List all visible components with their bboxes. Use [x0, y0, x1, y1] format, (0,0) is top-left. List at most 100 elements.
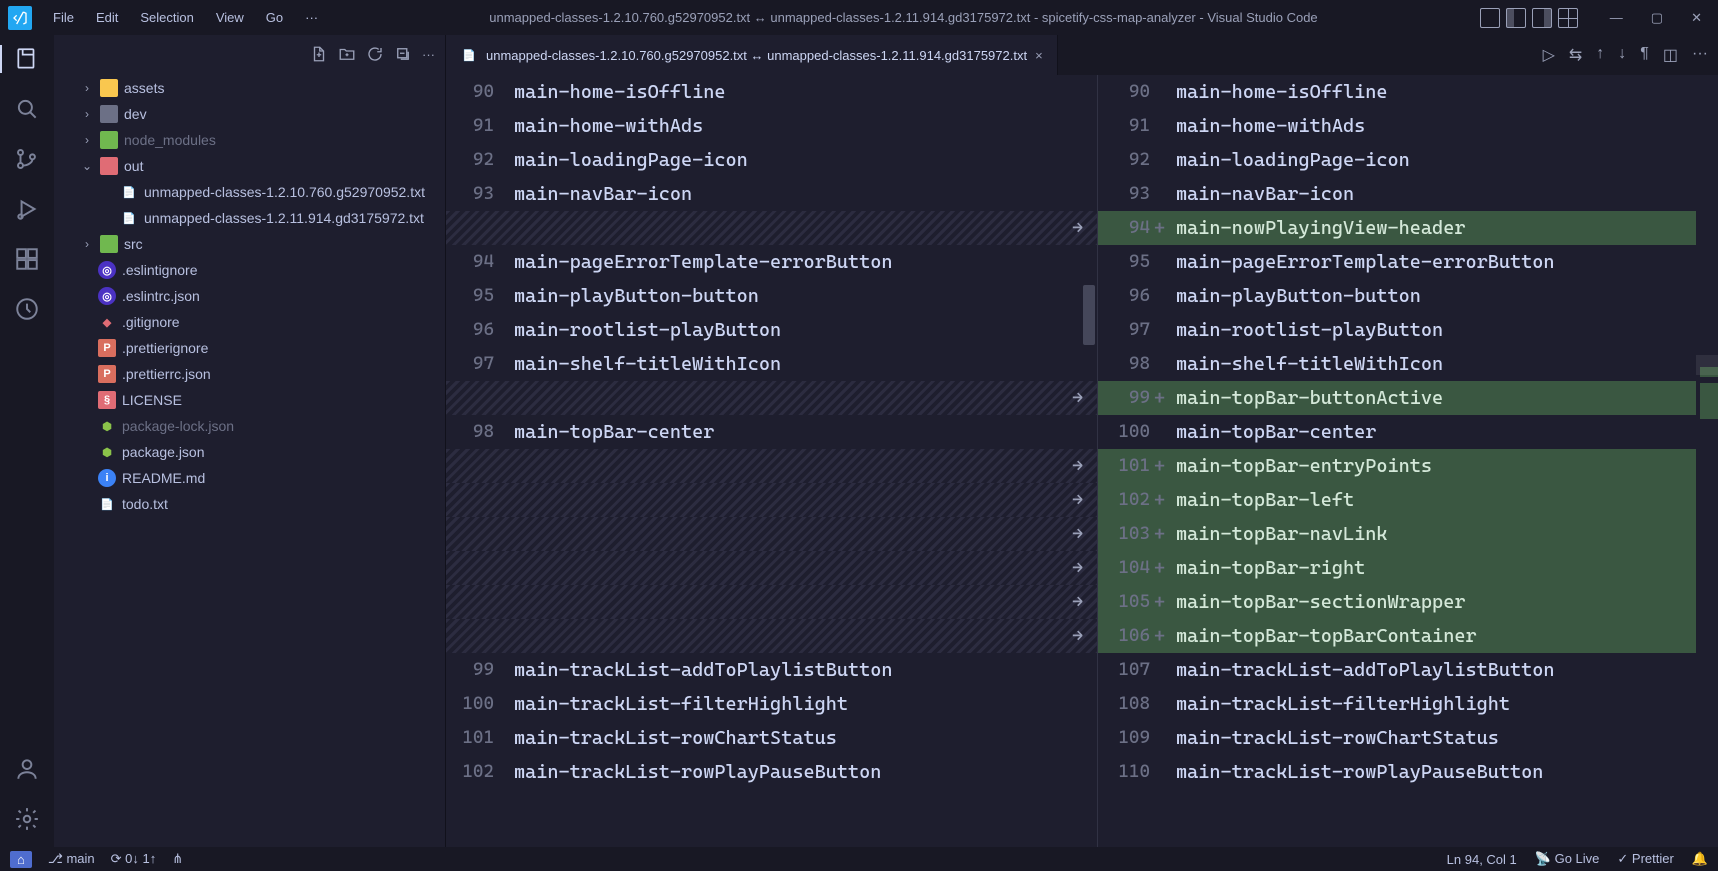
file-unmapped-2[interactable]: 📄unmapped-classes-1.2.11.914.gd3175972.t… — [54, 205, 445, 231]
file-gitignore[interactable]: ◆.gitignore — [54, 309, 445, 335]
file-readme[interactable]: iREADME.md — [54, 465, 445, 491]
git-sync[interactable]: ⟳ 0↓ 1↑ — [111, 851, 157, 867]
go-live-button[interactable]: 📡 Go Live — [1535, 851, 1600, 867]
code-line[interactable]: 93main-navBar-icon — [1098, 177, 1718, 211]
run-icon[interactable]: ▷ — [1543, 45, 1555, 65]
file-todo[interactable]: 📄todo.txt — [54, 491, 445, 517]
minimap[interactable] — [1696, 75, 1718, 847]
close-window-button[interactable]: ✕ — [1683, 4, 1710, 32]
prettier-status[interactable]: ✓ Prettier — [1617, 851, 1673, 867]
expand-arrow-icon[interactable]: → — [1072, 211, 1083, 245]
notifications-icon[interactable]: 🔔 — [1692, 851, 1708, 867]
tab-close-icon[interactable]: × — [1035, 48, 1043, 63]
menu-selection[interactable]: Selection — [131, 6, 202, 29]
code-line[interactable]: 103+main-topBar-navLink — [1098, 517, 1718, 551]
whitespace-icon[interactable]: ¶ — [1640, 45, 1649, 65]
refresh-icon[interactable] — [366, 45, 384, 63]
diff-modified-pane[interactable]: 90main-home-isOffline91main-home-withAds… — [1097, 75, 1718, 847]
code-line[interactable]: 102main-trackList-rowPlayPauseButton — [446, 755, 1097, 789]
code-line[interactable]: 106+main-topBar-topBarContainer — [1098, 619, 1718, 653]
accounts-icon[interactable] — [13, 755, 41, 783]
menu-view[interactable]: View — [207, 6, 253, 29]
more-actions-icon[interactable]: ··· — [422, 47, 435, 62]
folder-src[interactable]: ›src — [54, 231, 445, 257]
expand-arrow-icon[interactable]: → — [1072, 449, 1083, 483]
code-line[interactable]: → — [446, 381, 1097, 415]
git-branch[interactable]: ⎇ main — [48, 851, 95, 867]
code-line[interactable]: → — [446, 517, 1097, 551]
code-line[interactable]: 95main-pageErrorTemplate-errorButton — [1098, 245, 1718, 279]
minimize-button[interactable]: — — [1602, 4, 1631, 31]
code-line[interactable]: 95main-playButton-button — [446, 279, 1097, 313]
next-change-icon[interactable]: ↓ — [1618, 45, 1626, 65]
code-line[interactable]: 102+main-topBar-left — [1098, 483, 1718, 517]
file-license[interactable]: §LICENSE — [54, 387, 445, 413]
source-control-icon[interactable] — [13, 145, 41, 173]
file-eslintrc[interactable]: ◎.eslintrc.json — [54, 283, 445, 309]
expand-arrow-icon[interactable]: → — [1072, 551, 1083, 585]
layout-single-icon[interactable] — [1480, 8, 1500, 28]
folder-out[interactable]: ⌄out — [54, 153, 445, 179]
code-line[interactable]: 104+main-topBar-right — [1098, 551, 1718, 585]
diff-original-pane[interactable]: 90main-home-isOffline91main-home-withAds… — [446, 75, 1097, 847]
code-line[interactable]: 107main-trackList-addToPlaylistButton — [1098, 653, 1718, 687]
expand-arrow-icon[interactable]: → — [1072, 619, 1083, 653]
new-folder-icon[interactable] — [338, 45, 356, 63]
split-editor-icon[interactable]: ◫ — [1663, 45, 1678, 65]
code-line[interactable]: 108main-trackList-filterHighlight — [1098, 687, 1718, 721]
prev-change-icon[interactable]: ↑ — [1596, 45, 1604, 65]
expand-arrow-icon[interactable]: → — [1072, 517, 1083, 551]
layout-sidebar-left-icon[interactable] — [1506, 8, 1526, 28]
code-line[interactable]: 105+main-topBar-sectionWrapper — [1098, 585, 1718, 619]
menu-more[interactable]: ··· — [296, 6, 327, 29]
file-eslintignore[interactable]: ◎.eslintignore — [54, 257, 445, 283]
folder-dev[interactable]: ›dev — [54, 101, 445, 127]
code-line[interactable]: 97main-shelf-titleWithIcon — [446, 347, 1097, 381]
code-line[interactable]: → — [446, 585, 1097, 619]
code-line[interactable]: 92main-loadingPage-icon — [446, 143, 1097, 177]
extensions-icon[interactable] — [13, 245, 41, 273]
code-line[interactable]: 99main-trackList-addToPlaylistButton — [446, 653, 1097, 687]
folder-assets[interactable]: ›assets — [54, 75, 445, 101]
code-line[interactable]: 94main-pageErrorTemplate-errorButton — [446, 245, 1097, 279]
settings-gear-icon[interactable] — [13, 805, 41, 833]
expand-arrow-icon[interactable]: → — [1072, 381, 1083, 415]
code-line[interactable]: 100main-topBar-center — [1098, 415, 1718, 449]
code-line[interactable]: → — [446, 449, 1097, 483]
new-file-icon[interactable] — [310, 45, 328, 63]
code-line[interactable]: 97main-rootlist-playButton — [1098, 313, 1718, 347]
file-package-lock[interactable]: ⬢package-lock.json — [54, 413, 445, 439]
code-line[interactable]: 100main-trackList-filterHighlight — [446, 687, 1097, 721]
explorer-icon[interactable] — [13, 45, 41, 73]
code-line[interactable]: 109main-trackList-rowChartStatus — [1098, 721, 1718, 755]
code-line[interactable]: → — [446, 619, 1097, 653]
search-icon[interactable] — [13, 95, 41, 123]
menu-go[interactable]: Go — [257, 6, 292, 29]
cursor-position[interactable]: Ln 94, Col 1 — [1447, 852, 1517, 867]
editor-more-icon[interactable]: ··· — [1692, 45, 1708, 65]
diff-editor[interactable]: 90main-home-isOffline91main-home-withAds… — [446, 75, 1718, 847]
timeline-icon[interactable] — [13, 295, 41, 323]
code-line[interactable]: 94+main-nowPlayingView-header — [1098, 211, 1718, 245]
remote-indicator[interactable]: ⌂ — [10, 851, 32, 868]
code-line[interactable]: 92main-loadingPage-icon — [1098, 143, 1718, 177]
expand-arrow-icon[interactable]: → — [1072, 483, 1083, 517]
compare-icon[interactable]: ⇆ — [1569, 45, 1582, 65]
code-line[interactable]: 101+main-topBar-entryPoints — [1098, 449, 1718, 483]
collapse-all-icon[interactable] — [394, 45, 412, 63]
code-line[interactable]: 98main-shelf-titleWithIcon — [1098, 347, 1718, 381]
file-unmapped-1[interactable]: 📄unmapped-classes-1.2.10.760.g52970952.t… — [54, 179, 445, 205]
code-line[interactable]: 98main-topBar-center — [446, 415, 1097, 449]
code-line[interactable]: 101main-trackList-rowChartStatus — [446, 721, 1097, 755]
run-debug-icon[interactable] — [13, 195, 41, 223]
file-package-json[interactable]: ⬢package.json — [54, 439, 445, 465]
expand-arrow-icon[interactable]: → — [1072, 585, 1083, 619]
code-line[interactable]: 99+main-topBar-buttonActive — [1098, 381, 1718, 415]
file-prettierignore[interactable]: P.prettierignore — [54, 335, 445, 361]
git-graph-icon[interactable]: ⋔ — [172, 851, 183, 867]
menu-file[interactable]: File — [44, 6, 83, 29]
code-line[interactable]: 93main-navBar-icon — [446, 177, 1097, 211]
code-line[interactable]: → — [446, 483, 1097, 517]
code-line[interactable]: 90main-home-isOffline — [446, 75, 1097, 109]
file-prettierrc[interactable]: P.prettierrc.json — [54, 361, 445, 387]
